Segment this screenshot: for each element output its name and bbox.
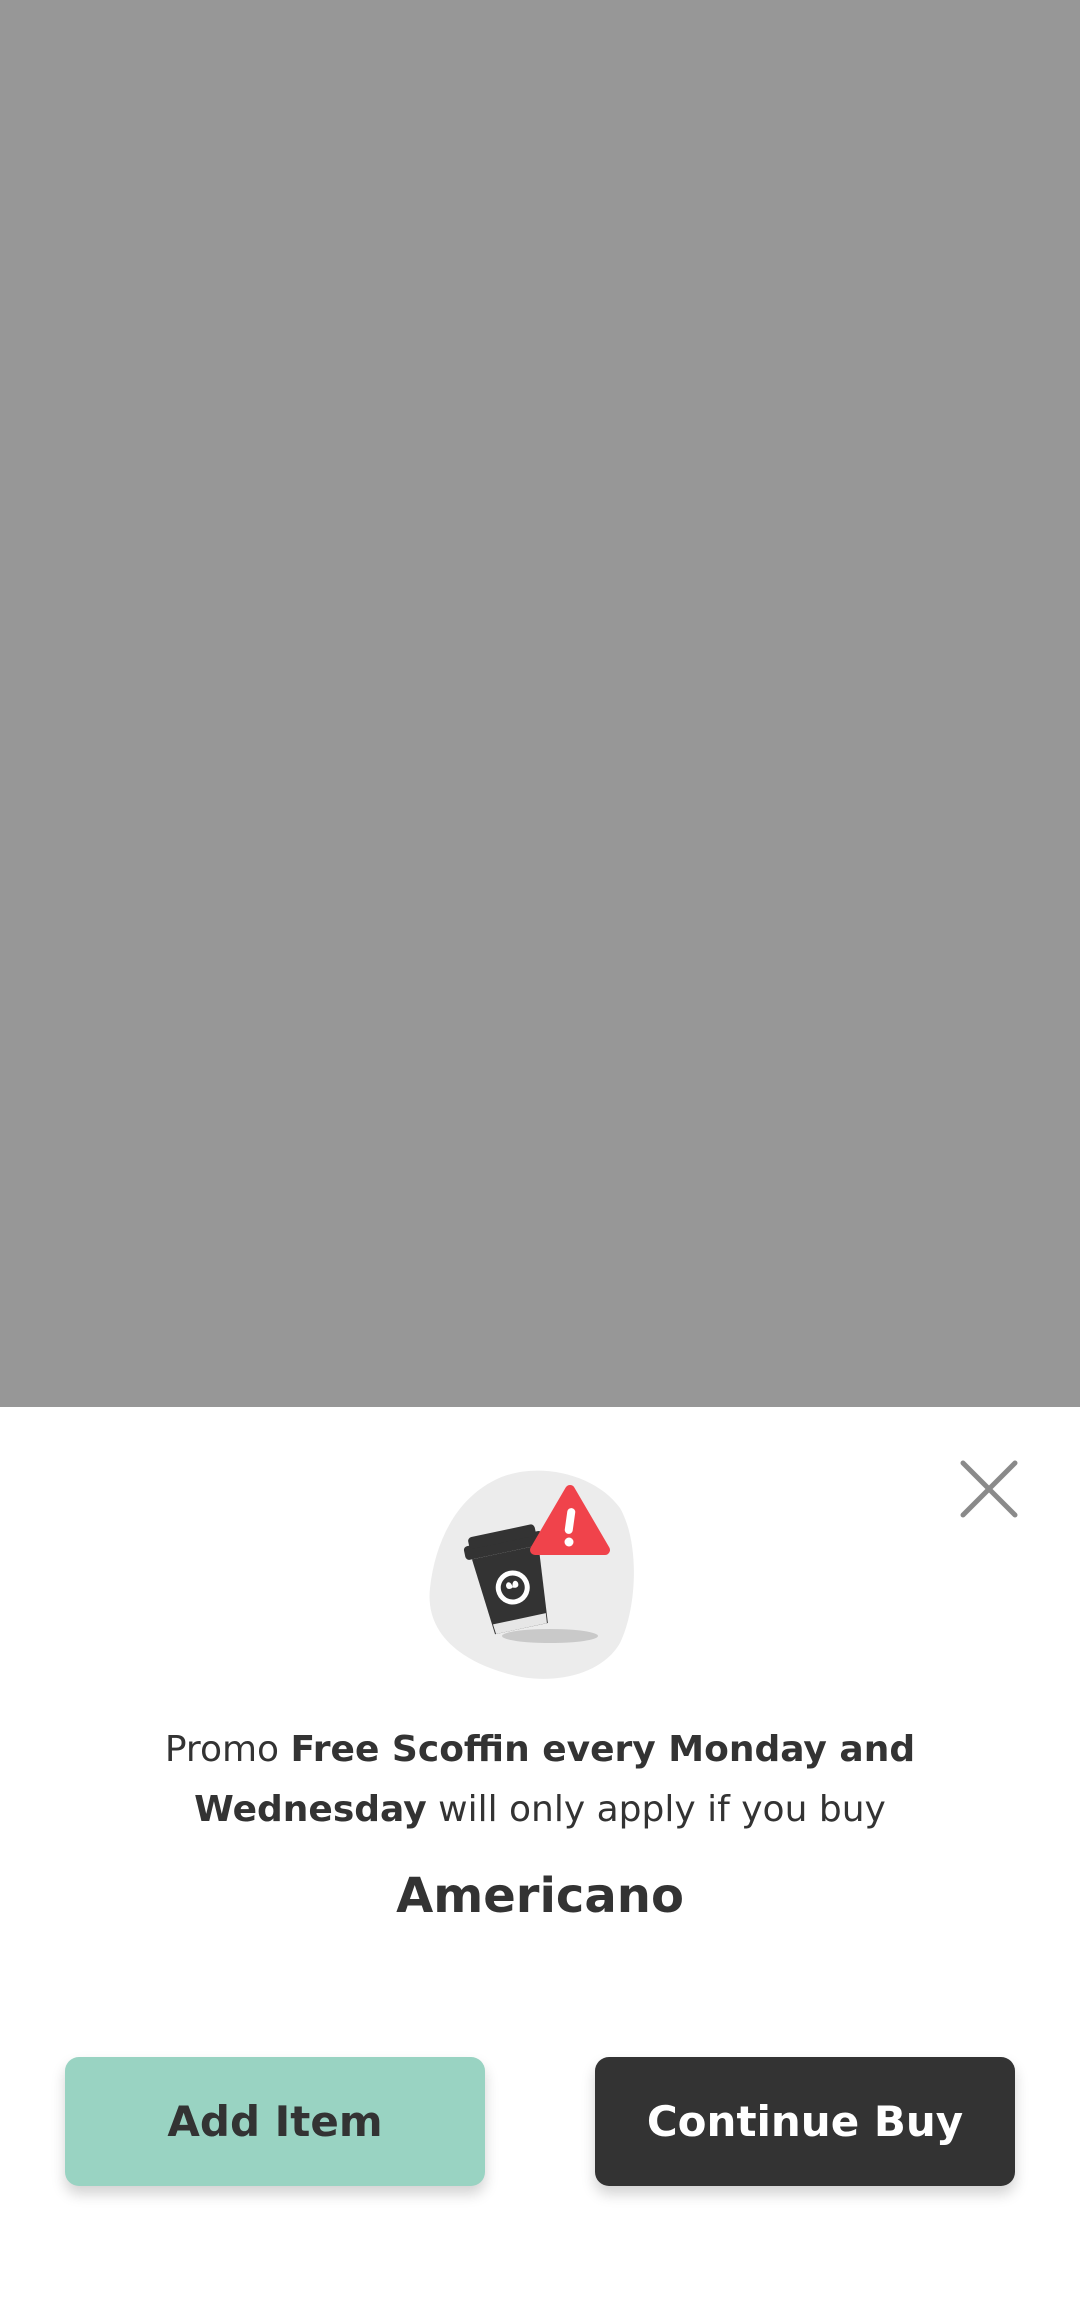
add-item-button[interactable]: Add Item — [65, 2057, 485, 2186]
continue-buy-label: Continue Buy — [646, 2097, 964, 2146]
add-item-label: Add Item — [167, 2097, 383, 2146]
promo-suffix: will only apply if you buy — [426, 1789, 886, 1830]
close-button[interactable] — [955, 1455, 1023, 1523]
product-name: Americano — [396, 1868, 684, 1924]
close-icon — [960, 1460, 1018, 1518]
promo-message: Promo Free Scoffin every Monday and Wedn… — [90, 1720, 990, 1840]
continue-buy-button[interactable]: Continue Buy — [595, 2057, 1015, 2186]
modal-backdrop[interactable] — [0, 0, 1080, 1407]
promo-prefix: Promo — [164, 1729, 291, 1770]
page: Promo Free Scoffin every Monday and Wedn… — [0, 0, 1080, 2307]
coffee-cup-warning-icon — [425, 1468, 635, 1683]
